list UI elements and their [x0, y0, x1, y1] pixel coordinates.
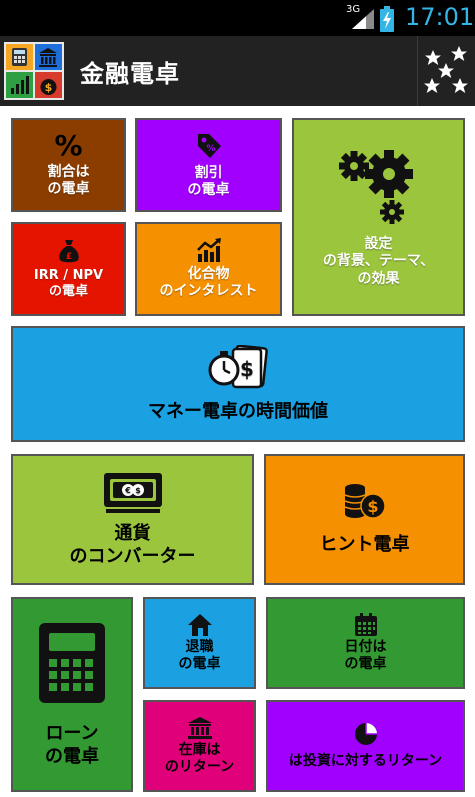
loan-calculator-tile[interactable]: ローン の電卓 — [11, 597, 133, 792]
tile-label: 化合物 のインタレスト — [159, 265, 258, 300]
svg-text:$: $ — [45, 81, 53, 94]
growth-chart-icon — [196, 237, 221, 262]
tip-calculator-tile[interactable]: $ ヒント電卓 — [264, 454, 465, 585]
bank-icon — [187, 716, 212, 739]
discount-calculator-tile[interactable]: % 割引 の電卓 — [135, 118, 282, 212]
banknote-icon: € $ — [103, 473, 162, 513]
tile-label: 在庫は のリターン — [164, 741, 235, 776]
action-bar: $ 金融電卓 — [0, 36, 475, 106]
svg-text:$: $ — [367, 497, 378, 516]
percentage-calculator-tile[interactable]: % 割合は の電卓 — [11, 118, 126, 212]
stars-icon[interactable] — [418, 36, 475, 106]
money-bag-icon: £ — [58, 239, 79, 262]
svg-text:£: £ — [65, 252, 71, 262]
tile-label: ローン の電卓 — [45, 723, 99, 767]
house-icon — [187, 613, 212, 636]
svg-text:%: % — [206, 144, 215, 154]
irr-npv-calculator-tile[interactable]: £ IRR / NPV の電卓 — [11, 222, 126, 316]
tile-label: ヒント電卓 — [319, 534, 410, 556]
date-calculator-tile[interactable]: 日付は の電卓 — [266, 597, 465, 689]
stopwatch-money-icon: $ — [208, 344, 268, 388]
inventory-return-calculator-tile[interactable]: 在庫は のリターン — [143, 700, 256, 792]
tile-label: マネー電卓の時間価値 — [148, 400, 328, 422]
tile-label: 日付は の電卓 — [344, 638, 387, 673]
time-value-of-money-calculator-tile[interactable]: $ マネー電卓の時間価値 — [11, 326, 465, 442]
tile-label: 割引 の電卓 — [187, 164, 230, 199]
currency-converter-tile[interactable]: € $ 通貨 のコンバーター — [11, 454, 254, 585]
tile-label: 設定 の背景、テーマ、 の効果 — [322, 235, 435, 287]
return-on-investment-calculator-tile[interactable]: は投資に対するリターン — [266, 700, 465, 792]
percent-icon: % — [54, 128, 83, 162]
app-title: 金融電卓 — [80, 60, 180, 88]
gears-icon — [338, 149, 413, 224]
svg-text:€: € — [124, 486, 131, 495]
signal-icon — [352, 9, 374, 29]
svg-text:$: $ — [135, 486, 141, 495]
tile-label: 退職 の電卓 — [178, 638, 221, 673]
retirement-calculator-tile[interactable]: 退職 の電卓 — [143, 597, 256, 689]
tile-label: 通貨 のコンバーター — [69, 523, 196, 567]
app-logo-icon[interactable]: $ — [4, 42, 64, 100]
battery-charging-icon — [380, 6, 394, 32]
svg-text:$: $ — [240, 357, 254, 381]
price-tag-icon: % — [197, 133, 221, 158]
tile-label: は投資に対するリターン — [288, 753, 443, 770]
calculator-icon — [39, 623, 105, 703]
tile-label: 割合は の電卓 — [47, 163, 90, 198]
calendar-icon — [354, 612, 377, 636]
status-bar: 3G 17:01 — [0, 0, 475, 36]
tile-label: IRR / NPV の電卓 — [33, 267, 104, 299]
pie-chart-icon — [354, 723, 377, 746]
compound-interest-calculator-tile[interactable]: 化合物 のインタレスト — [135, 222, 282, 316]
clock: 17:01 — [405, 3, 475, 31]
coins-icon: $ — [344, 484, 386, 519]
settings-tile[interactable]: 設定 の背景、テーマ、 の効果 — [292, 118, 465, 316]
